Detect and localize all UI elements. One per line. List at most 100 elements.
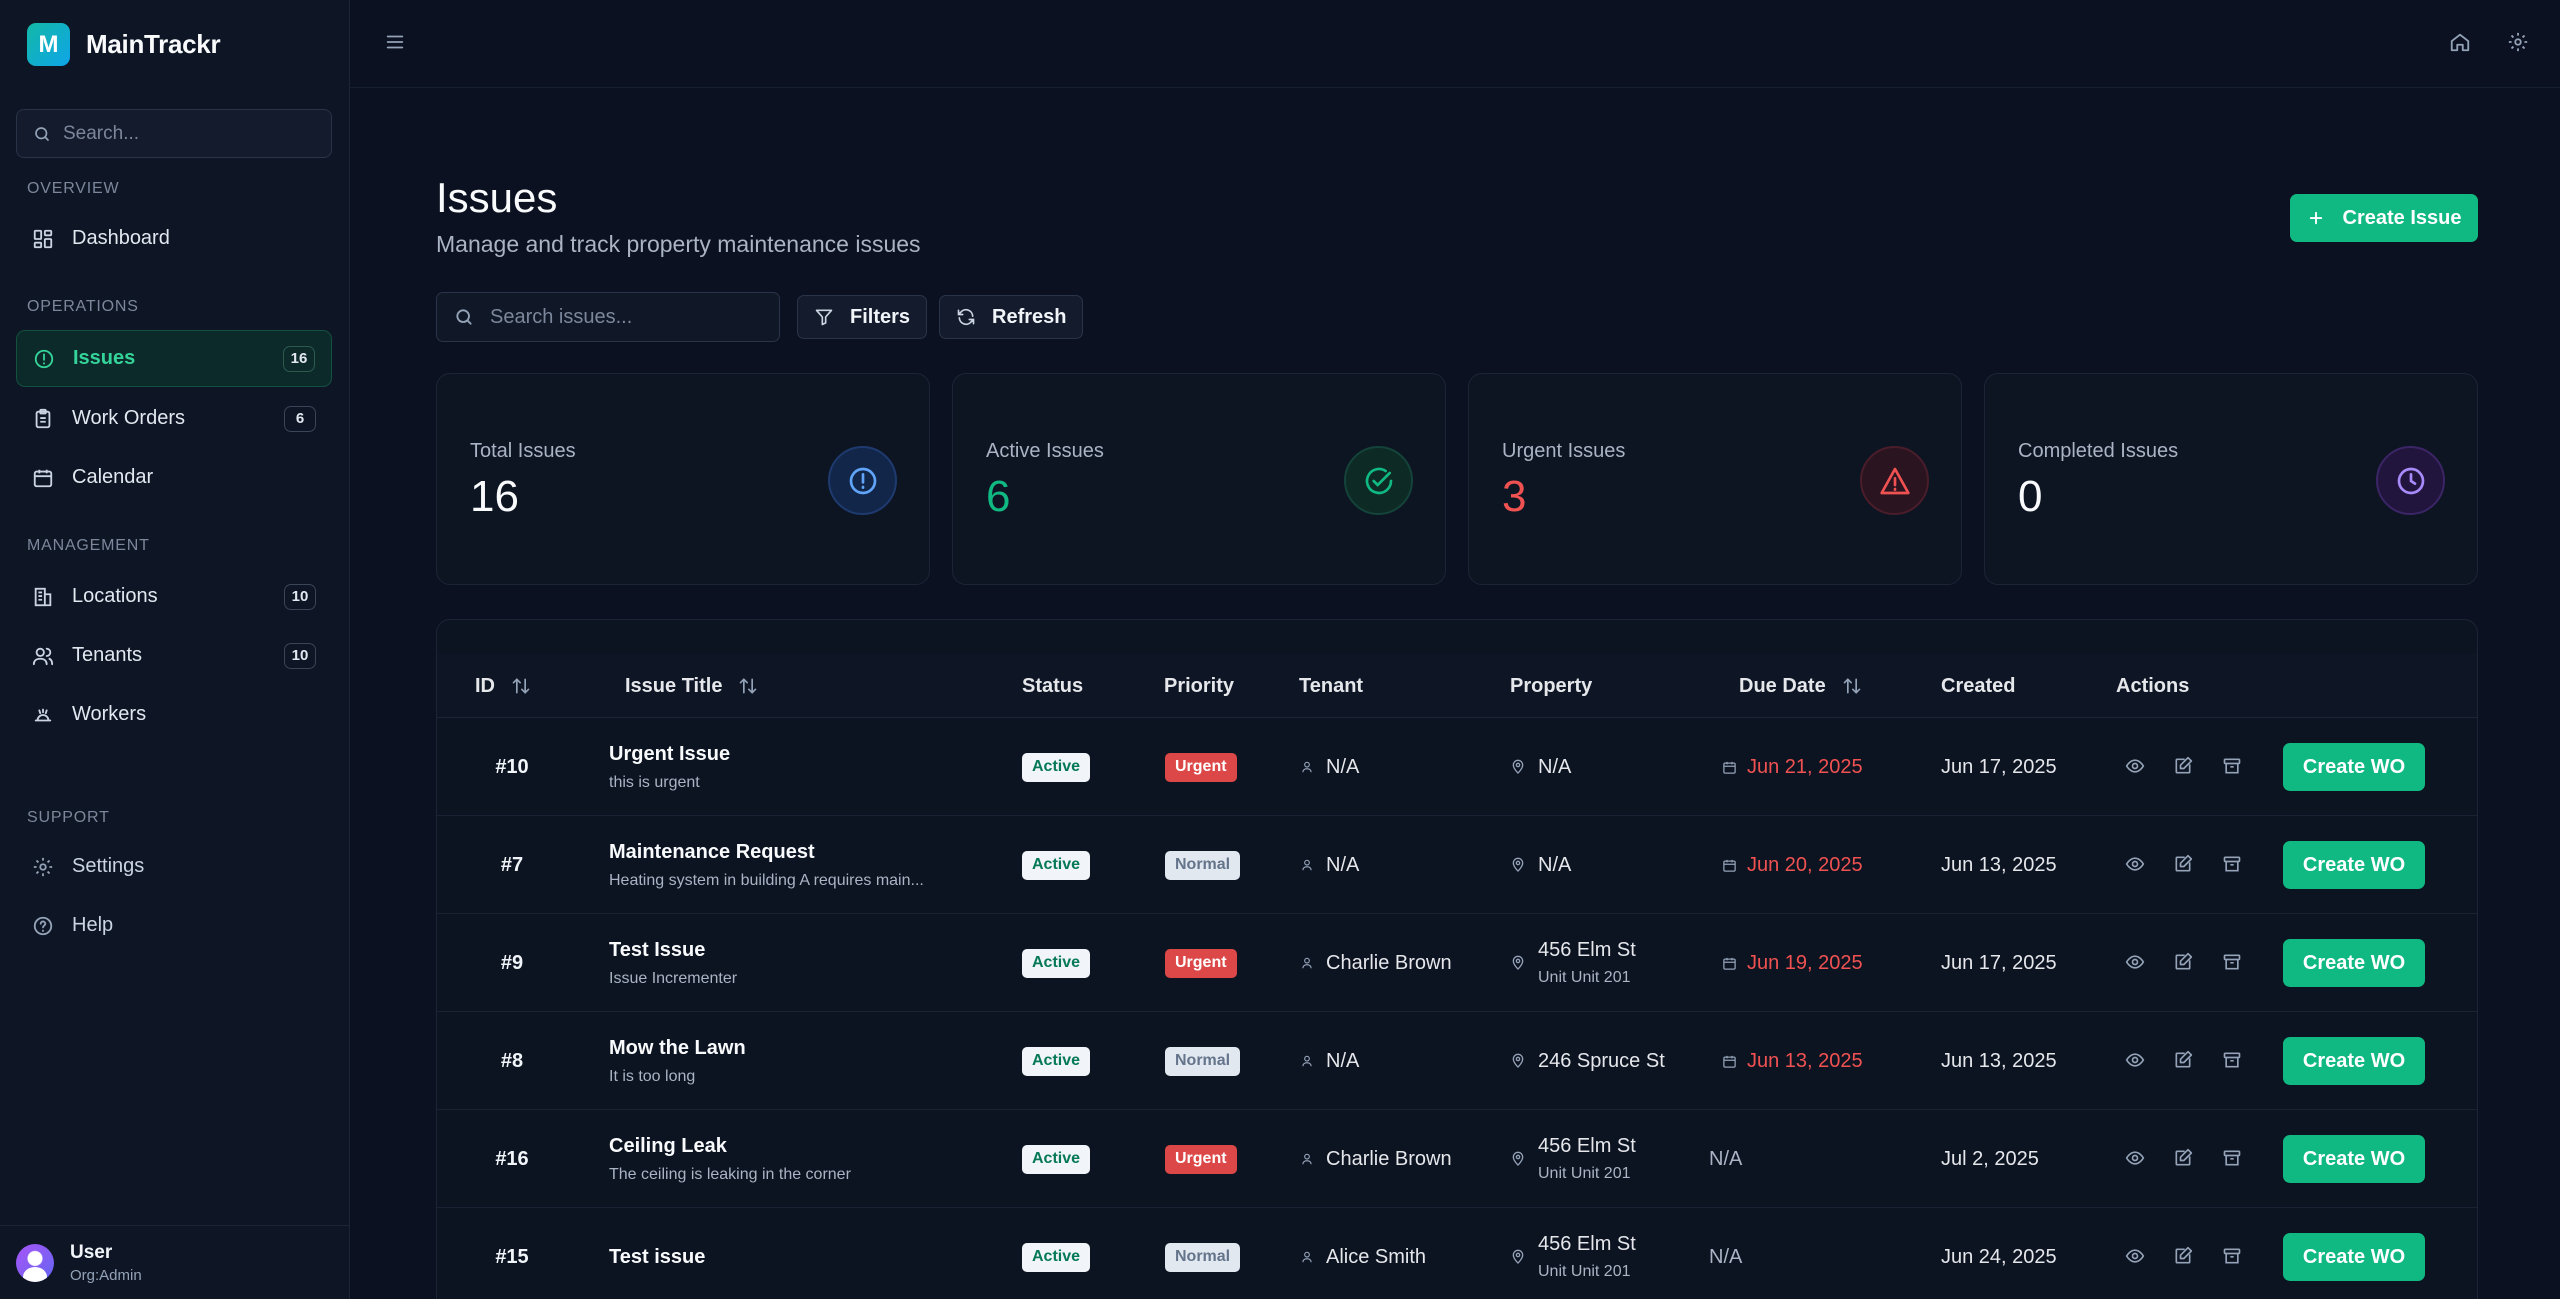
sidebar-item-workers[interactable]: Workers [16,686,332,743]
table-row[interactable]: #15 Test issue Active Normal Alice Smith… [437,1208,2477,1299]
create-wo-button[interactable]: Create WO [2283,743,2425,791]
sort-icon [738,676,758,696]
column-header-due-date[interactable]: Due Date [1739,654,1862,718]
issue-title-cell[interactable]: Test issue [609,1208,705,1299]
issue-title-cell[interactable]: Test Issue Issue Incrementer [609,914,737,1012]
eye-icon[interactable] [2125,952,2145,972]
brand[interactable]: M MainTrackr [27,23,221,66]
sidebar-search-input[interactable] [63,122,323,145]
gear-icon[interactable] [2507,31,2529,53]
issue-title[interactable]: Test Issue [609,939,705,962]
archive-icon[interactable] [2222,756,2242,776]
issue-title[interactable]: Test issue [609,1246,705,1269]
column-header-created: Created [1941,674,2016,697]
create-wo-button[interactable]: Create WO [2283,1037,2425,1085]
sidebar-item-locations[interactable]: Locations 10 [16,568,332,625]
archive-icon[interactable] [2222,1246,2242,1266]
section-label-management: MANAGEMENT [27,537,150,554]
user-icon [1300,956,1314,970]
issue-id[interactable]: #7 [437,816,587,914]
status-cell: Active [1022,718,1091,816]
archive-icon[interactable] [2222,1050,2242,1070]
column-header-tenant: Tenant [1299,674,1364,697]
column-header-actions: Actions [2116,674,2190,697]
column-header-title[interactable]: Issue Title [625,654,758,718]
edit-icon[interactable] [2173,952,2193,972]
due-date-cell: N/A [1709,1208,1742,1299]
sidebar-item-settings[interactable]: Settings [16,838,332,895]
sidebar-item-dashboard[interactable]: Dashboard [16,210,332,267]
plus-icon [2307,209,2325,227]
issue-search-input[interactable] [490,305,770,329]
eye-icon[interactable] [2125,1148,2145,1168]
create-wo-button[interactable]: Create WO [2283,939,2425,987]
issue-id[interactable]: #8 [437,1012,587,1110]
refresh-button[interactable]: Refresh [939,295,1084,339]
table-row[interactable]: #10 Urgent Issue this is urgent Active U… [437,718,2477,816]
issue-id[interactable]: #10 [437,718,587,816]
table-row[interactable]: #7 Maintenance Request Heating system in… [437,816,2477,914]
building-icon [32,586,54,608]
column-header-id[interactable]: ID [475,654,531,718]
stat-label: Completed Issues [2018,440,2179,462]
sidebar-item-work-orders[interactable]: Work Orders 6 [16,390,332,447]
sidebar-item-help[interactable]: Help [16,897,332,954]
issue-title[interactable]: Mow the Lawn [609,1037,746,1060]
archive-icon[interactable] [2222,952,2242,972]
avatar [16,1243,54,1282]
table-row[interactable]: #16 Ceiling Leak The ceiling is leaking … [437,1110,2477,1208]
column-header-label: ID [475,674,495,697]
sidebar-item-calendar[interactable]: Calendar [16,449,332,506]
stat-card-active: Active Issues 6 [952,373,1446,585]
archive-icon[interactable] [2222,854,2242,874]
create-issue-label: Create Issue [2342,206,2462,229]
create-wo-button[interactable]: Create WO [2283,1135,2425,1183]
edit-icon[interactable] [2173,1050,2193,1070]
issue-title[interactable]: Maintenance Request [609,841,815,864]
create-issue-button[interactable]: Create Issue [2290,194,2478,242]
menu-icon[interactable] [384,31,406,53]
stat-value: 16 [470,472,519,521]
sidebar-item-label: Tenants [72,644,143,666]
eye-icon[interactable] [2125,1050,2145,1070]
issue-title-cell[interactable]: Maintenance Request Heating system in bu… [609,816,924,914]
map-pin-icon [1510,759,1526,775]
table-row[interactable]: #8 Mow the Lawn It is too long Active No… [437,1012,2477,1110]
edit-icon[interactable] [2173,1148,2193,1168]
edit-icon[interactable] [2173,1246,2193,1266]
table-row[interactable]: #9 Test Issue Issue Incrementer Active U… [437,914,2477,1012]
create-wo-button[interactable]: Create WO [2283,1233,2425,1281]
issue-title[interactable]: Urgent Issue [609,743,730,766]
stat-value: 3 [1502,472,1527,521]
issue-id[interactable]: #9 [437,914,587,1012]
status-badge: Active [1022,850,1091,880]
issue-title-cell[interactable]: Ceiling Leak The ceiling is leaking in t… [609,1110,851,1208]
column-header-status: Status [1022,674,1084,697]
created-date: Jun 24, 2025 [1941,1245,2057,1268]
status-cell: Active [1022,1110,1091,1208]
section-label-support: SUPPORT [27,809,110,826]
tenant-name: Charlie Brown [1326,1147,1452,1170]
user-menu[interactable]: User Org:Admin [0,1225,350,1299]
sidebar-item-tenants[interactable]: Tenants 10 [16,627,332,684]
eye-icon[interactable] [2125,756,2145,776]
eye-icon[interactable] [2125,854,2145,874]
property-cell: N/A [1510,816,1571,914]
issue-title-cell[interactable]: Urgent Issue this is urgent [609,718,730,816]
property-unit: Unit Unit 201 [1538,1165,1631,1182]
brand-name: MainTrackr [86,29,221,59]
issue-id[interactable]: #15 [437,1208,587,1299]
home-icon[interactable] [2449,31,2471,53]
issue-title[interactable]: Ceiling Leak [609,1135,727,1158]
edit-icon[interactable] [2173,756,2193,776]
archive-icon[interactable] [2222,1148,2242,1168]
edit-icon[interactable] [2173,854,2193,874]
issue-id[interactable]: #16 [437,1110,587,1208]
filters-button[interactable]: Filters [797,295,928,339]
sidebar-item-issues[interactable]: Issues 16 [16,330,332,387]
eye-icon[interactable] [2125,1246,2145,1266]
created-date: Jun 17, 2025 [1941,951,2057,974]
create-wo-button[interactable]: Create WO [2283,841,2425,889]
users-icon [32,645,54,667]
issue-title-cell[interactable]: Mow the Lawn It is too long [609,1012,746,1110]
